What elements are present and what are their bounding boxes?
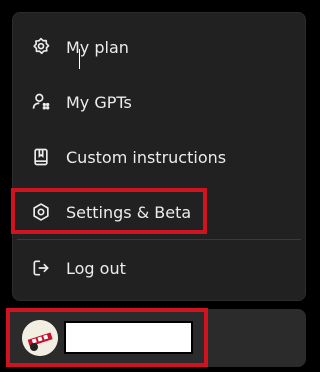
menu-item-my-plan[interactable]: My plan (13, 27, 305, 67)
menu-item-my-gpts[interactable]: My GPTs (13, 82, 305, 122)
menu-item-label: Log out (66, 258, 126, 278)
menu-item-custom-instructions[interactable]: Custom instructions (13, 137, 305, 177)
menu-item-label: Custom instructions (66, 147, 227, 167)
menu-item-label: Settings & Beta (66, 202, 192, 222)
user-name-redacted (64, 321, 193, 354)
menu-item-label: My plan (66, 37, 129, 57)
account-menu: My plan My GPTs Custom instructions Sett… (12, 12, 306, 301)
menu-divider (17, 239, 301, 240)
menu-item-label: My GPTs (66, 92, 132, 112)
menu-item-settings-beta[interactable]: Settings & Beta (13, 192, 305, 232)
user-avatar[interactable] (22, 320, 58, 356)
gpts-people-icon (29, 90, 53, 114)
gear-icon (29, 200, 53, 224)
instructions-book-icon (29, 145, 53, 169)
menu-item-log-out[interactable]: Log out (13, 248, 305, 288)
plan-badge-icon (29, 35, 53, 59)
text-cursor (79, 49, 80, 69)
log-out-icon (29, 256, 53, 280)
